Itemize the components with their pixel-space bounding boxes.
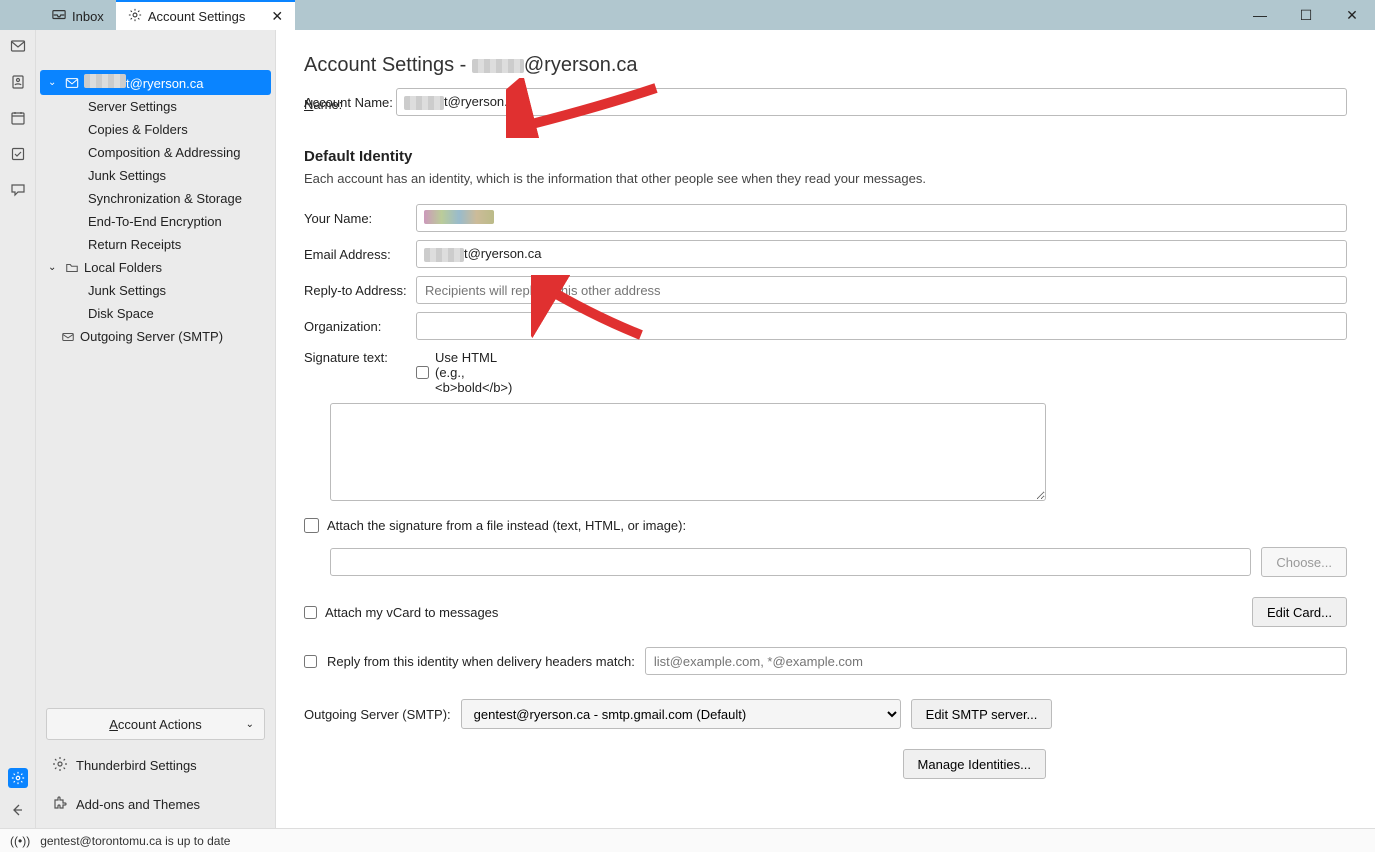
reply-identity-label: Reply from this identity when delivery h… [327, 654, 635, 669]
caret-down-icon: ⌄ [48, 77, 60, 88]
signature-label: Signature text: [304, 350, 416, 365]
account-actions-button[interactable]: Account Actions ⌄ [46, 708, 265, 740]
calendar-icon[interactable] [8, 108, 28, 128]
identity-description: Each account has an identity, which is t… [304, 171, 1347, 186]
outgoing-server-select[interactable]: gentest@ryerson.ca - smtp.gmail.com (Def… [461, 699, 901, 729]
use-html-checkbox[interactable] [416, 366, 429, 379]
addons-themes-link[interactable]: Add-ons and Themes [40, 785, 271, 824]
account-name-label-text: Account Name: [304, 95, 396, 110]
tree-junk[interactable]: Junk Settings [40, 164, 271, 187]
settings-icon[interactable] [8, 768, 28, 788]
reply-identity-input[interactable] [645, 647, 1347, 675]
email-input[interactable] [416, 240, 1347, 268]
status-text: gentest@torontomu.ca is up to date [40, 834, 230, 848]
tree-account-label: t@ryerson.ca [84, 74, 204, 91]
tab-settings-label: Account Settings [148, 9, 246, 24]
window-close[interactable]: ✕ [1329, 0, 1375, 30]
replyto-label: Reply-to Address: [304, 283, 416, 298]
window-maximize[interactable]: ☐ [1283, 0, 1329, 30]
tab-inbox[interactable]: Inbox [40, 0, 116, 30]
status-bar: ((•)) gentest@torontomu.ca is up to date [0, 828, 1375, 852]
mail-small-icon [64, 76, 80, 90]
window-minimize[interactable]: — [1237, 0, 1283, 30]
gear-icon [128, 8, 142, 25]
signature-textarea[interactable] [330, 403, 1046, 501]
outgoing-server-label: Outgoing Server (SMTP): [304, 707, 451, 722]
tree-sync[interactable]: Synchronization & Storage [40, 187, 271, 210]
tree-e2e[interactable]: End-To-End Encryption [40, 210, 271, 233]
tab-close-icon[interactable]: ✕ [271, 8, 283, 25]
tab-inbox-label: Inbox [72, 9, 104, 24]
your-name-label: Your Name: [304, 211, 416, 226]
addressbook-icon[interactable] [8, 72, 28, 92]
send-icon [60, 330, 76, 344]
tree-local-folders[interactable]: ⌄ Local Folders [40, 256, 271, 279]
account-actions-label: Account Actions [109, 717, 202, 732]
caret-down-icon: ⌄ [48, 262, 60, 273]
page-title: Account Settings - @ryerson.ca [304, 54, 1347, 77]
puzzle-icon [52, 795, 68, 814]
tree-local-disk[interactable]: Disk Space [40, 302, 271, 325]
tab-account-settings[interactable]: Account Settings ✕ [116, 0, 295, 30]
edit-smtp-button[interactable]: Edit SMTP server... [911, 699, 1053, 729]
attach-signature-checkbox[interactable] [304, 518, 319, 533]
collapse-icon[interactable] [8, 800, 28, 820]
tree-copies-folders[interactable]: Copies & Folders [40, 118, 271, 141]
attach-signature-label: Attach the signature from a file instead… [327, 518, 686, 533]
edit-card-button[interactable]: Edit Card... [1252, 597, 1347, 627]
tree-outgoing-smtp[interactable]: Outgoing Server (SMTP) [40, 325, 271, 348]
settings-pane: Account Settings - @ryerson.ca Name: Acc… [276, 30, 1375, 828]
tree-composition[interactable]: Composition & Addressing [40, 141, 271, 164]
sync-icon: ((•)) [10, 834, 30, 848]
default-identity-heading: Default Identity [304, 148, 1347, 165]
manage-identities-button[interactable]: Manage Identities... [903, 749, 1046, 779]
use-html-label: Use HTML (e.g., <b>bold</b>) [435, 350, 528, 395]
organization-label: Organization: [304, 319, 416, 334]
signature-file-input[interactable] [330, 548, 1251, 576]
titlebar: Inbox Account Settings ✕ — ☐ ✕ [0, 0, 1375, 30]
inbox-icon [52, 8, 66, 25]
organization-input[interactable] [416, 312, 1347, 340]
spaces-toolbar [0, 30, 36, 828]
chevron-down-icon: ⌄ [246, 719, 254, 730]
chat-icon[interactable] [8, 180, 28, 200]
account-name-input[interactable] [396, 88, 1347, 116]
tree-return-receipts[interactable]: Return Receipts [40, 233, 271, 256]
mail-icon[interactable] [8, 36, 28, 56]
tree-server-settings[interactable]: Server Settings [40, 95, 271, 118]
thunderbird-settings-link[interactable]: Thunderbird Settings [40, 746, 271, 785]
folder-icon [64, 261, 80, 275]
attach-vcard-label: Attach my vCard to messages [325, 605, 498, 620]
tree-local-folders-label: Local Folders [84, 260, 162, 275]
tree-local-junk[interactable]: Junk Settings [40, 279, 271, 302]
tasks-icon[interactable] [8, 144, 28, 164]
reply-identity-checkbox[interactable] [304, 655, 317, 668]
attach-vcard-checkbox[interactable] [304, 606, 317, 619]
tree-outgoing-label: Outgoing Server (SMTP) [80, 329, 223, 344]
use-html-checkbox-wrap[interactable]: Use HTML (e.g., <b>bold</b>) [416, 350, 528, 395]
tree-account-root[interactable]: ⌄ t@ryerson.ca [40, 70, 271, 95]
choose-file-button[interactable]: Choose... [1261, 547, 1347, 577]
email-label: Email Address: [304, 247, 416, 262]
account-tree-sidebar: ⌄ t@ryerson.ca Server Settings Copies & … [36, 30, 276, 828]
thunderbird-settings-label: Thunderbird Settings [76, 758, 197, 773]
replyto-input[interactable] [416, 276, 1347, 304]
your-name-input[interactable] [416, 204, 1347, 232]
attach-vcard-wrap[interactable]: Attach my vCard to messages [304, 605, 498, 620]
gear-icon [52, 756, 68, 775]
addons-label: Add-ons and Themes [76, 797, 200, 812]
